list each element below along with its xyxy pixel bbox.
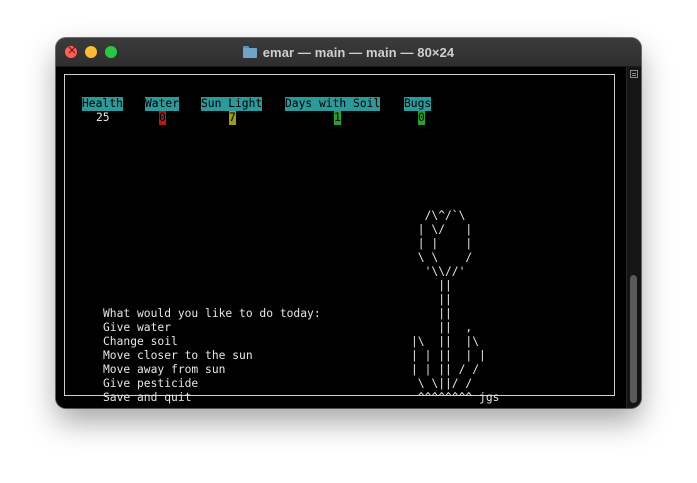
stat-header-sunlight: Sun Light — [201, 97, 263, 111]
scrollbar-thumb[interactable] — [630, 275, 637, 403]
folder-icon — [242, 46, 257, 58]
terminal-window: emar — main — main — 80×24 Health Water … — [56, 38, 641, 408]
menu-item-give-pesticide[interactable]: Give pesticide — [103, 377, 198, 391]
vertical-scrollbar[interactable] — [626, 67, 641, 408]
terminal-content[interactable]: Health Water Sun Light Days with Soil Bu… — [56, 67, 626, 408]
art-line: ^^^^^^^^ jgs — [411, 391, 500, 404]
art-line: || , — [411, 321, 473, 334]
menu-item-change-soil[interactable]: Change soil — [103, 335, 178, 349]
art-line: \ \||/ / — [411, 377, 473, 390]
stat-header-water: Water — [145, 97, 180, 111]
stat-header-days-with-soil: Days with Soil — [285, 97, 381, 111]
scrollbar-menu-icon[interactable] — [630, 70, 638, 78]
art-line: /\^/`\ — [411, 209, 466, 222]
art-line: |\ || |\ — [411, 335, 480, 348]
stat-value-sunlight: 7 — [229, 111, 236, 125]
stat-value-days-with-soil: 1 — [334, 111, 341, 125]
menu-item-move-closer[interactable]: Move closer to the sun — [103, 349, 253, 363]
menu-prompt: What would you like to do today: — [103, 307, 321, 320]
window-title: emar — main — main — 80×24 — [262, 44, 455, 60]
menu-item-save-and-quit[interactable]: Save and quit — [103, 391, 191, 405]
art-line: || — [411, 307, 452, 320]
art-line: || — [411, 293, 452, 306]
art-line: | \/ | — [411, 223, 473, 236]
art-line: '\\//' — [411, 265, 466, 278]
stat-header-bugs: Bugs — [404, 97, 432, 111]
stat-value-health: 25 — [96, 111, 110, 124]
art-line: | | || | | — [411, 349, 486, 362]
title-bar: emar — main — main — 80×24 — [56, 38, 641, 67]
art-line: | | | — [411, 237, 473, 250]
stat-value-bugs: 0 — [418, 111, 425, 125]
stat-value-water: 0 — [159, 111, 166, 125]
art-line: || — [411, 279, 452, 292]
art-line: \ \ / — [411, 251, 473, 264]
art-line: | | || / / — [411, 363, 480, 376]
stat-header-health: Health — [82, 97, 123, 111]
menu-item-move-away[interactable]: Move away from sun — [103, 363, 225, 377]
menu-item-give-water[interactable]: Give water — [103, 321, 171, 335]
